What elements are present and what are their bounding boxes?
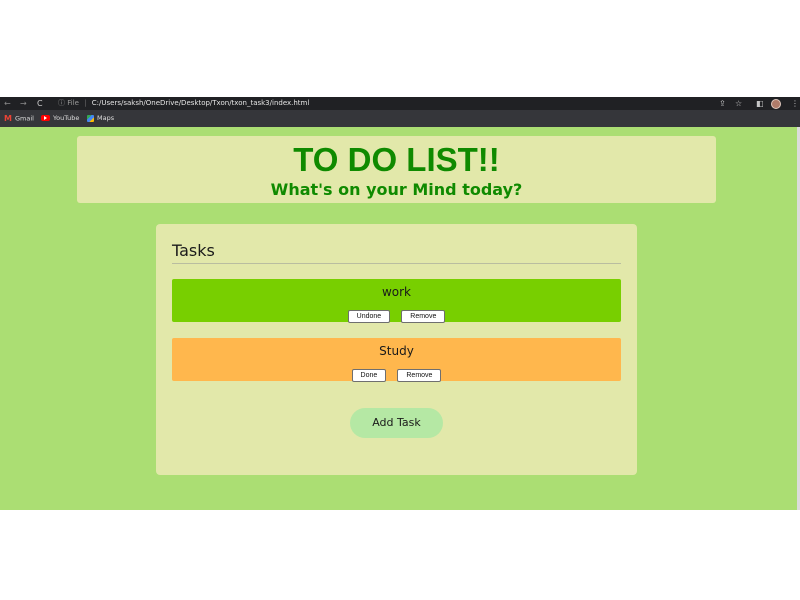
page-content: TO DO LIST!! What's on your Mind today? … <box>0 127 800 510</box>
address-info-label: File <box>67 99 79 107</box>
info-icon[interactable]: ⓘ <box>58 99 65 107</box>
bookmark-label: Maps <box>97 114 115 122</box>
bookmark-label: Gmail <box>14 114 34 123</box>
task-name: work <box>381 285 412 299</box>
gmail-icon: M <box>4 114 12 123</box>
back-arrow-icon[interactable]: ← <box>4 98 11 109</box>
bookmark-star-icon[interactable]: ☆ <box>735 98 742 109</box>
bookmark-maps[interactable]: Maps <box>87 110 114 127</box>
reload-icon[interactable]: C <box>37 98 43 109</box>
maps-icon <box>87 114 94 122</box>
address-bar[interactable]: ⓘ File | C:/Users/saksh/OneDrive/Desktop… <box>58 98 309 109</box>
address-url[interactable]: C:/Users/saksh/OneDrive/Desktop/Txon/txo… <box>92 99 310 107</box>
bookmark-youtube[interactable]: YouTube <box>41 110 79 127</box>
undone-button[interactable]: Undone <box>347 310 391 323</box>
profile-avatar[interactable] <box>771 99 781 109</box>
browser-toolbar: ← → C ⓘ File | C:/Users/saksh/OneDrive/D… <box>0 97 800 110</box>
page-subtitle: What's on your Mind today? <box>270 180 523 199</box>
menu-kebab-icon[interactable]: ⋮ <box>791 98 799 109</box>
address-separator: | <box>84 99 87 107</box>
bookmark-gmail[interactable]: M Gmail <box>4 110 34 127</box>
task-name: Study <box>379 344 414 358</box>
browser-window: ← → C ⓘ File | C:/Users/saksh/OneDrive/D… <box>0 97 800 510</box>
done-button[interactable]: Done <box>351 369 387 382</box>
youtube-icon <box>41 115 50 121</box>
side-panel-icon[interactable]: ◧ <box>756 98 764 109</box>
add-task-button[interactable]: Add Task <box>350 408 443 438</box>
task-item: Study Done Remove <box>172 338 621 382</box>
forward-arrow-icon[interactable]: → <box>20 98 27 109</box>
header-box: TO DO LIST!! What's on your Mind today? <box>77 136 716 203</box>
share-icon[interactable]: ⇪ <box>719 98 726 109</box>
bookmark-label: YouTube <box>53 114 80 122</box>
page-title: TO DO LIST!! <box>293 141 500 178</box>
tasks-heading: Tasks <box>172 240 621 264</box>
bookmarks-bar: M Gmail YouTube Maps <box>0 110 800 127</box>
remove-button[interactable]: Remove <box>401 310 446 323</box>
tasks-card: Tasks work Undone Remove Study Done Remo… <box>156 224 637 475</box>
task-item: work Undone Remove <box>172 279 621 323</box>
remove-button[interactable]: Remove <box>397 369 442 382</box>
